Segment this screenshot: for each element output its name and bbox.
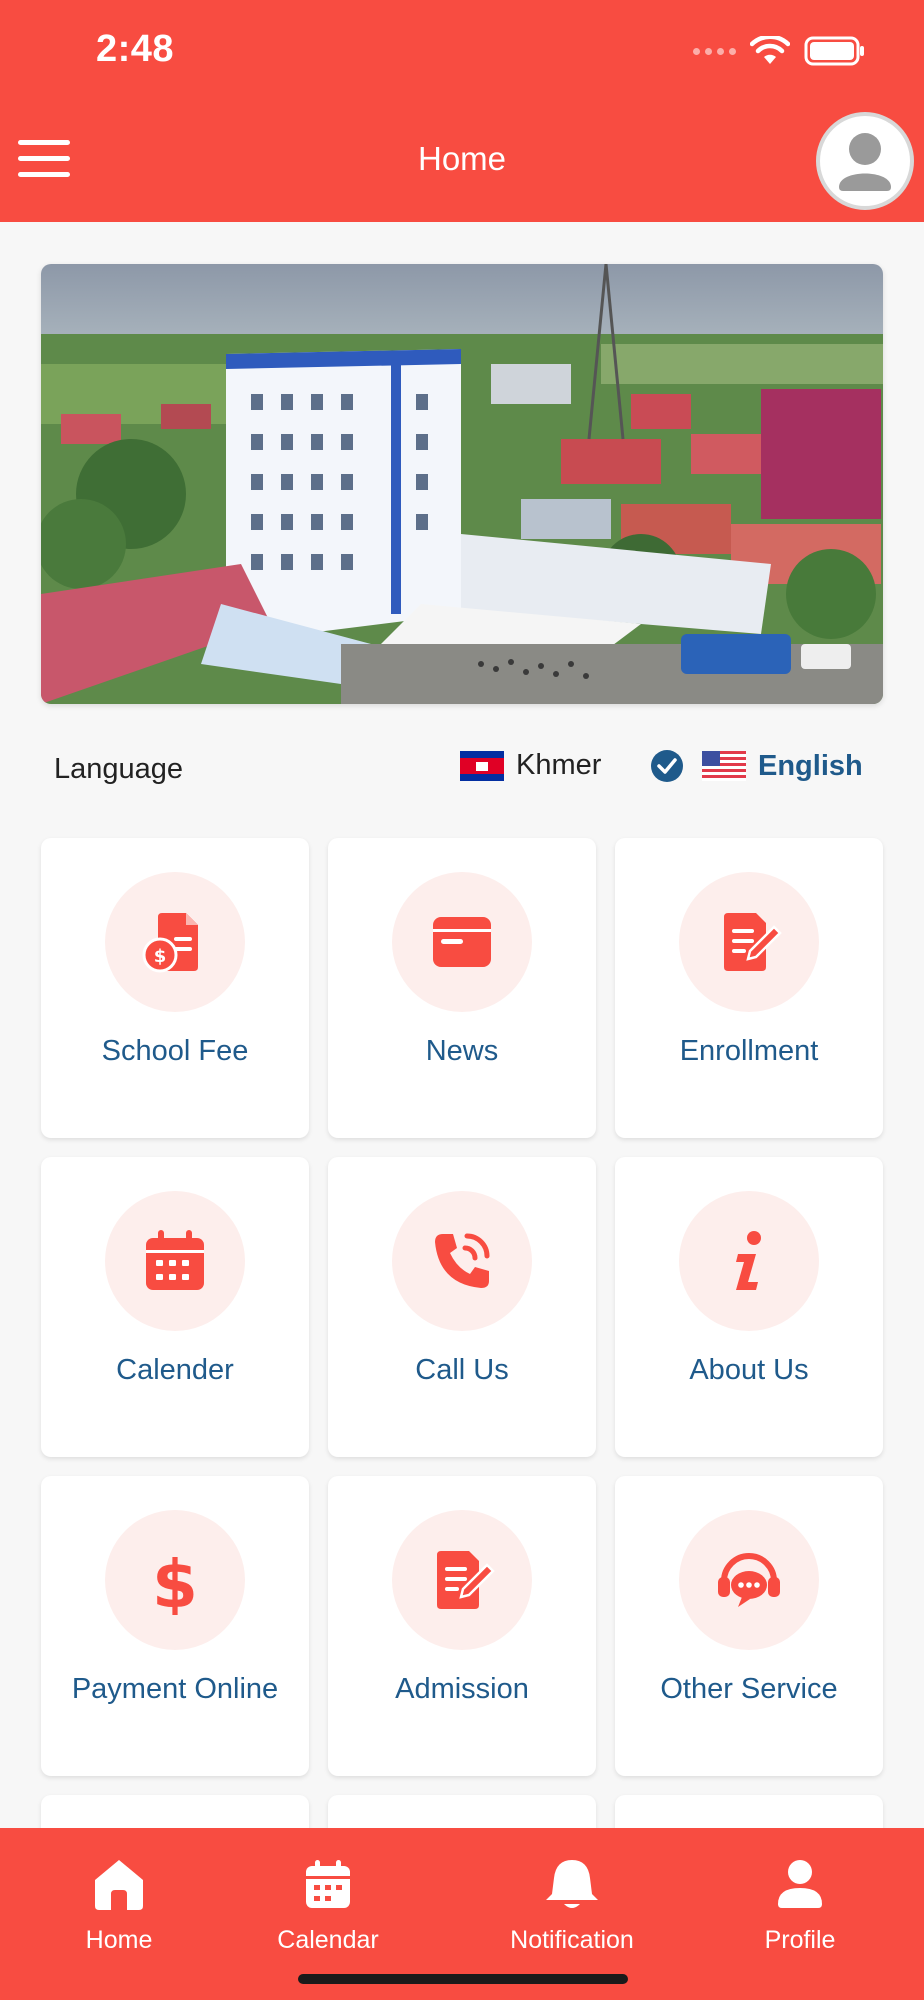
menu-card-call-us[interactable]: Call Us bbox=[328, 1157, 596, 1457]
menu-card-label: Other Service bbox=[660, 1673, 838, 1705]
language-option-khmer[interactable]: Khmer bbox=[460, 749, 601, 782]
menu-card-enrollment[interactable]: Enrollment bbox=[615, 838, 883, 1138]
menu-card-label: Call Us bbox=[415, 1354, 509, 1386]
menu-card-about-us[interactable]: About Us bbox=[615, 1157, 883, 1457]
svg-text:$: $ bbox=[154, 946, 167, 967]
info-icon bbox=[679, 1191, 819, 1331]
bell-icon bbox=[546, 1860, 598, 1908]
headset-chat-icon bbox=[679, 1510, 819, 1650]
nav-label: Profile bbox=[764, 1926, 836, 1954]
invoice-dollar-icon: $ bbox=[105, 872, 245, 1012]
page-title: Home bbox=[417, 140, 507, 177]
language-selector: Language Khmer English bbox=[0, 745, 924, 795]
user-avatar-icon[interactable] bbox=[816, 112, 914, 210]
nav-label: Home bbox=[85, 1926, 153, 1954]
nav-calendar[interactable]: Calendar bbox=[243, 1856, 413, 1955]
menu-card-school-fee[interactable]: $ School Fee bbox=[41, 838, 309, 1138]
usa-flag-icon bbox=[702, 751, 746, 781]
status-time: 2:48 bbox=[96, 28, 175, 70]
menu-card-admission[interactable]: Admission bbox=[328, 1476, 596, 1776]
menu-card-news[interactable]: News bbox=[328, 838, 596, 1138]
cambodia-flag-icon bbox=[460, 750, 504, 781]
menu-card-label: Admission bbox=[395, 1673, 529, 1705]
person-icon bbox=[778, 1860, 822, 1908]
home-indicator bbox=[298, 1974, 628, 1984]
nav-home[interactable]: Home bbox=[34, 1856, 204, 1955]
status-icons bbox=[693, 34, 866, 68]
battery-icon bbox=[804, 36, 866, 66]
language-option-label: Khmer bbox=[516, 749, 602, 781]
calendar-icon bbox=[306, 1860, 350, 1908]
signal-icon bbox=[693, 47, 736, 55]
home-icon bbox=[95, 1860, 143, 1910]
menu-card-label: Payment Online bbox=[71, 1673, 279, 1705]
wifi-icon bbox=[750, 36, 790, 66]
dollar-sign-icon: $ bbox=[105, 1510, 245, 1650]
menu-card-label: School Fee bbox=[101, 1035, 249, 1067]
menu-card-label: About Us bbox=[689, 1354, 809, 1386]
language-option-label: English bbox=[758, 749, 863, 782]
nav-notification[interactable]: Notification bbox=[487, 1856, 657, 1955]
menu-card-label: Enrollment bbox=[679, 1035, 819, 1067]
browser-window-icon bbox=[392, 872, 532, 1012]
phone-call-icon bbox=[392, 1191, 532, 1331]
document-edit-icon bbox=[392, 1510, 532, 1650]
campus-photo bbox=[41, 264, 883, 704]
menu-card-payment-online[interactable]: $ Payment Online bbox=[41, 1476, 309, 1776]
language-label: Language bbox=[54, 753, 184, 785]
menu-card-label: News bbox=[425, 1035, 499, 1067]
menu-card-label: Calender bbox=[116, 1354, 234, 1386]
document-edit-icon bbox=[679, 872, 819, 1012]
svg-text:$: $ bbox=[152, 1546, 198, 1615]
menu-card-other-service[interactable]: Other Service bbox=[615, 1476, 883, 1776]
menu-card-calender[interactable]: Calender bbox=[41, 1157, 309, 1457]
calendar-icon bbox=[105, 1191, 245, 1331]
check-circle-icon bbox=[651, 750, 683, 782]
nav-label: Calendar bbox=[277, 1926, 379, 1954]
nav-label: Notification bbox=[510, 1926, 634, 1954]
language-option-english[interactable]: English bbox=[650, 749, 863, 783]
nav-profile[interactable]: Profile bbox=[715, 1856, 885, 1955]
app-header: 2:48 Home bbox=[0, 0, 924, 222]
